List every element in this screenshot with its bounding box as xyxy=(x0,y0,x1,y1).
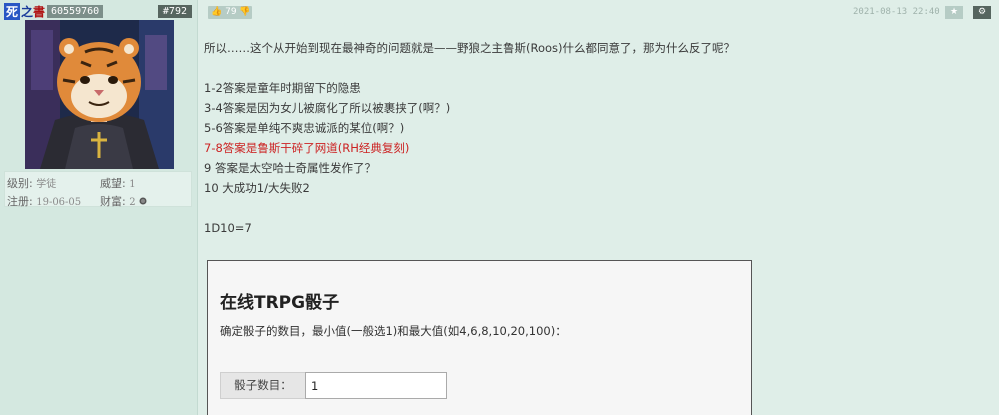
post-timestamp: 2021-08-13 22:40 xyxy=(853,7,940,17)
star-icon: ★ xyxy=(949,7,959,17)
register-value: 19-06-05 xyxy=(36,197,82,208)
dice-count-input[interactable] xyxy=(305,372,447,399)
wealth-value: 2 xyxy=(129,197,136,208)
post-settings-button[interactable]: ⚙ xyxy=(973,6,991,19)
dice-embed-screenshot[interactable]: 在线TRPG骰子 确定骰子的数目，最小值(一般选1)和最大值(如4,6,8,10… xyxy=(207,260,752,415)
username-box: 死 xyxy=(4,3,21,20)
post-line-blank xyxy=(204,198,984,218)
post-main: 👍 79 👎 2021-08-13 22:40 ★ ⚙ 所以……这个从开始到现在… xyxy=(199,0,999,415)
username-middle: 之 xyxy=(21,5,34,19)
post-line-blank xyxy=(204,58,984,78)
wealth-label: 财富: xyxy=(100,195,126,208)
thumbs-up-icon: 👍 xyxy=(211,7,223,17)
level-label: 级别: xyxy=(7,177,33,190)
like-button[interactable]: 👍 79 👎 xyxy=(208,6,252,19)
post-line: 3-4答案是因为女儿被腐化了所以被裹挟了(啊？) xyxy=(204,101,451,115)
post-content: 所以……这个从开始到现在最神奇的问题就是——野狼之主鲁斯(Roos)什么都同意了… xyxy=(204,38,984,238)
post-line: 1-2答案是童年时期留下的隐患 xyxy=(204,81,361,95)
user-stats: 级别: 学徒 威望: 1 注册: 19-06-05 财富: 2 xyxy=(4,171,192,209)
post-line: 9 答案是太空哈士奇属性发作了？ xyxy=(204,161,376,175)
wealth-stat: 财富: 2 xyxy=(100,193,147,209)
prestige-value: 1 xyxy=(129,179,136,190)
favorite-button[interactable]: ★ xyxy=(945,6,963,19)
post-line: 10 大成功1/大失败2 xyxy=(204,181,310,195)
post-line: 5-6答案是单纯不爽忠诚派的某位(啊？) xyxy=(204,121,405,135)
user-column: 死之書 60559760 #792 级别: 学徒 威望: 1 注册: 19-06… xyxy=(0,0,198,415)
post-line-highlight: 7-8答案是鲁斯干碎了网道(RH经典复刻) xyxy=(204,141,410,155)
uid-badge[interactable]: 60559760 xyxy=(47,5,104,18)
thumbs-down-icon[interactable]: 👎 xyxy=(239,7,250,17)
tiger-priest-avatar xyxy=(25,20,174,169)
embed-description: 确定骰子的数目，最小值(一般选1)和最大值(如4,6,8,10,20,100)： xyxy=(220,324,567,338)
embed-title: 在线TRPG骰子 xyxy=(220,293,340,313)
register-stat: 注册: 19-06-05 xyxy=(7,193,81,209)
prestige-label: 威望: xyxy=(100,177,126,190)
post-header: 👍 79 👎 2021-08-13 22:40 ★ ⚙ xyxy=(199,0,999,24)
like-count: 79 xyxy=(225,7,237,17)
user-header: 死之書 60559760 #792 xyxy=(4,3,192,20)
prestige-stat: 威望: 1 xyxy=(100,175,136,191)
dice-count-label: 骰子数目： xyxy=(220,372,305,399)
avatar[interactable] xyxy=(25,20,174,169)
username-tail: 書 xyxy=(33,5,46,19)
level-value: 学徒 xyxy=(36,179,57,190)
gear-icon: ⚙ xyxy=(977,7,987,17)
floor-badge[interactable]: #792 xyxy=(157,5,192,18)
username-link[interactable]: 死之書 xyxy=(4,3,45,20)
level-stat: 级别: 学徒 xyxy=(7,175,56,191)
register-label: 注册: xyxy=(7,195,33,208)
coin-icon xyxy=(139,197,147,205)
post-line: 所以……这个从开始到现在最神奇的问题就是——野狼之主鲁斯(Roos)什么都同意了… xyxy=(204,41,736,55)
dice-result: 1D10=7 xyxy=(204,221,252,235)
